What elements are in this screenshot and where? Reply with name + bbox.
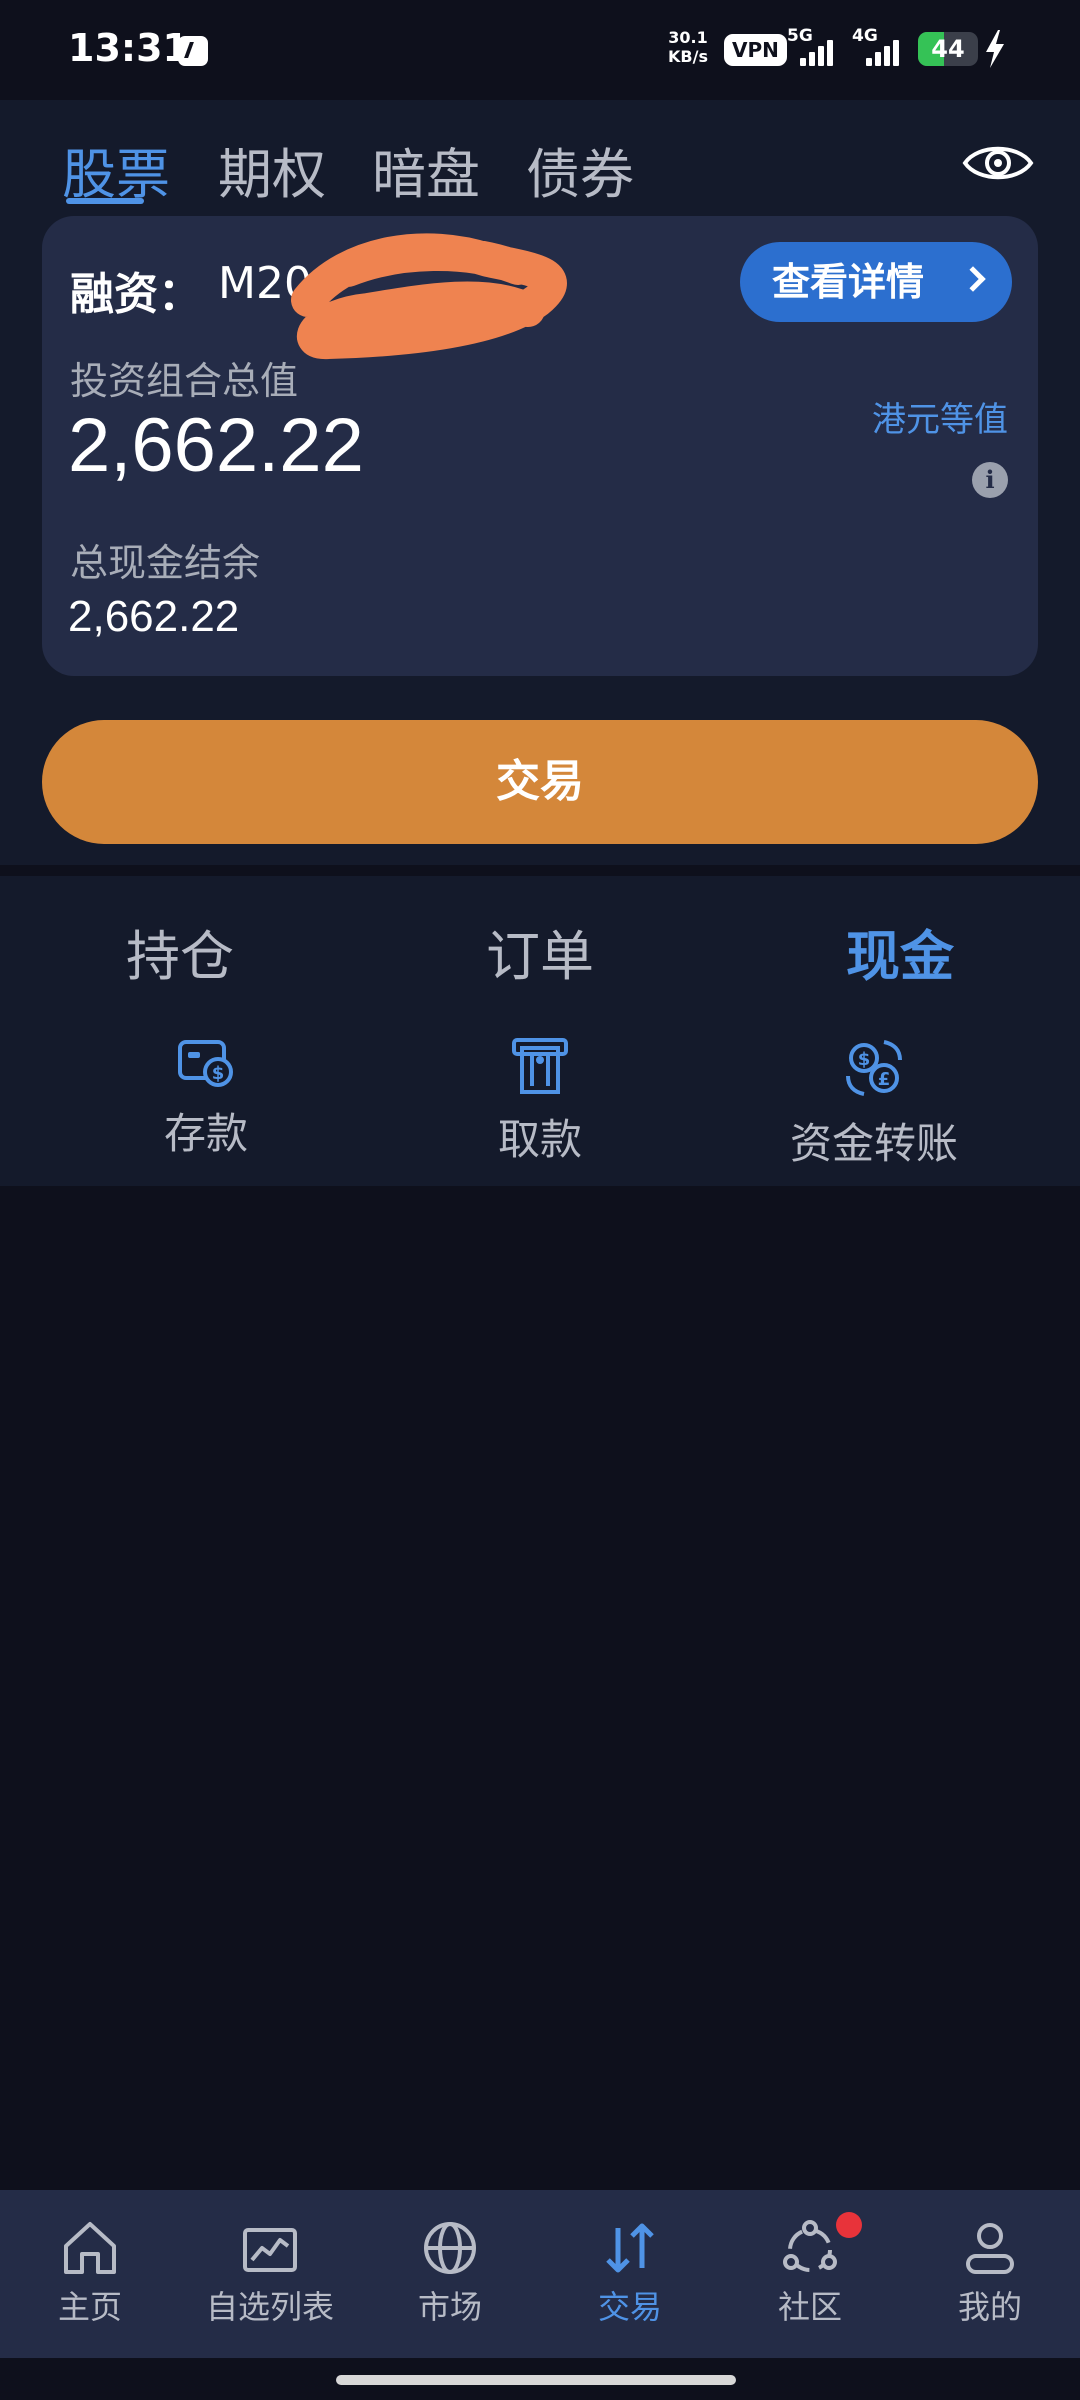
fund-transfer-icon: $ £ [846, 1040, 902, 1096]
account-card: 融资： M20 查看详情 投资组合总值 2,662.22 港元等值 i 总现金结… [42, 216, 1038, 676]
network-speed-value: 30.1 [668, 28, 708, 47]
signal-4g-icon [866, 36, 906, 66]
tab-options[interactable]: 期权 [218, 130, 326, 209]
home-indicator[interactable] [336, 2375, 736, 2385]
nav-market-label: 市场 [417, 2288, 482, 2326]
portfolio-value-label: 投资组合总值 [70, 359, 299, 403]
cash-balance-value: 2,662.22 [68, 592, 240, 641]
redaction-scribble [291, 233, 567, 359]
asset-panel: 股票 期权 暗盘 债券 融资： M20 查看详情 投资组合总值 2,662.22… [0, 100, 1080, 865]
nav-trade-label: 交易 [597, 2288, 662, 2326]
withdraw-icon [512, 1038, 568, 1094]
network-speed-unit: KB/s [668, 47, 708, 66]
nav-market[interactable]: 市场 [360, 2218, 540, 2328]
status-time: 13:31 [68, 26, 189, 70]
nav-watchlist[interactable]: 自选列表 [180, 2218, 360, 2328]
view-details-label: 查看详情 [772, 260, 925, 304]
svg-text:$: $ [212, 1063, 225, 1084]
community-icon [783, 2220, 837, 2272]
vpn-badge: VPN [724, 34, 787, 66]
cash-balance-label: 总现金结余 [70, 541, 261, 585]
notification-badge [836, 2212, 862, 2238]
view-details-button[interactable]: 查看详情 [740, 242, 1012, 322]
withdraw-label: 取款 [497, 1115, 582, 1164]
fund-transfer-label: 资金转账 [789, 1119, 958, 1168]
nav-community-label: 社区 [777, 2288, 842, 2326]
tab-bonds[interactable]: 债券 [526, 130, 634, 209]
nav-home-label: 主页 [57, 2288, 122, 2326]
tab-orders[interactable]: 订单 [440, 912, 640, 991]
signal-5g-icon [800, 36, 840, 66]
watchlist-icon [243, 2228, 297, 2272]
notification-app-icon [178, 36, 208, 66]
svg-text:£: £ [878, 1069, 891, 1090]
network-speed: 30.1 KB/s [668, 28, 708, 66]
trade-arrows-icon [606, 2223, 654, 2273]
nav-profile-label: 我的 [957, 2288, 1022, 2326]
deposit-icon: $ [178, 1040, 233, 1087]
status-bar: 13:31 30.1 KB/s VPN 5G 4G 44 [0, 0, 1080, 100]
trade-button[interactable]: 交易 [42, 720, 1038, 844]
deposit-action[interactable]: $ 存款 [86, 1036, 326, 1161]
chevron-right-icon [960, 266, 986, 292]
screen: 13:31 30.1 KB/s VPN 5G 4G 44 股票 期权 暗盘 债券 [0, 0, 1080, 2400]
eye-icon[interactable] [962, 140, 1034, 186]
account-type-label: 融资： [70, 269, 202, 320]
nav-trade[interactable]: 交易 [540, 2218, 720, 2328]
fund-transfer-action[interactable]: $ £ 资金转账 [754, 1036, 994, 1171]
active-tab-underline [66, 198, 144, 204]
tab-cash[interactable]: 现金 [800, 912, 1000, 991]
bottom-nav: 主页 自选列表 市场 交易 社区 我的 [0, 2190, 1080, 2358]
nav-community[interactable]: 社区 [720, 2212, 900, 2328]
cash-section: 持仓 订单 现金 $ 存款 取款 $ £ 资金转账 [0, 876, 1080, 1186]
svg-text:$: $ [858, 1049, 871, 1070]
home-icon [64, 2222, 116, 2274]
battery-icon: 44 [918, 32, 978, 66]
nav-profile[interactable]: 我的 [900, 2218, 1080, 2328]
nav-watchlist-label: 自选列表 [205, 2288, 334, 2326]
info-icon[interactable]: i [972, 462, 1008, 498]
globe-icon [424, 2222, 476, 2274]
currency-equivalent-link[interactable]: 港元等值 [872, 392, 1008, 441]
portfolio-value: 2,662.22 [68, 403, 364, 488]
profile-icon [966, 2223, 1014, 2274]
withdraw-action[interactable]: 取款 [420, 1036, 660, 1167]
deposit-label: 存款 [163, 1109, 248, 1158]
nav-home[interactable]: 主页 [0, 2218, 180, 2328]
charging-icon [986, 30, 1004, 68]
tab-grey-market[interactable]: 暗盘 [372, 130, 480, 209]
tab-positions[interactable]: 持仓 [80, 912, 280, 991]
battery-percent: 44 [931, 35, 965, 63]
